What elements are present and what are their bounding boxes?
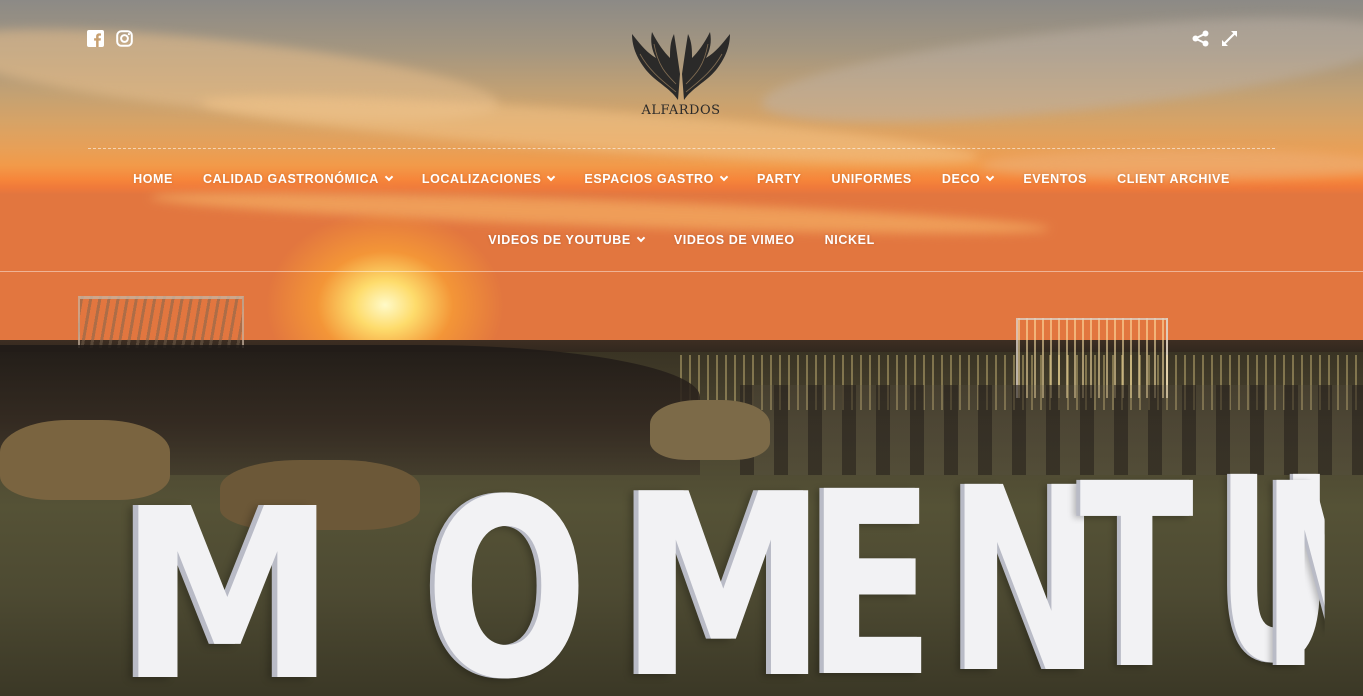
hamburger-menu-icon[interactable] [1250,30,1275,47]
sign-letter: M [1262,450,1325,696]
nav-item-client-archive[interactable]: CLIENT ARCHIVE [1117,172,1230,186]
pergola-structure [78,296,244,348]
sign-letter: M [619,441,828,696]
nav-label: CLIENT ARCHIVE [1117,172,1230,186]
nav-item-espacios-gastro[interactable]: ESPACIOS GASTRO [584,172,729,186]
nav-item-videos-de-vimeo[interactable]: VIDEOS DE VIMEO [674,233,795,247]
sign-letter: E [806,437,935,696]
sign-letter: T [1079,429,1194,696]
nav-item-party[interactable]: PARTY [757,172,801,186]
nav-item-uniformes[interactable]: UNIFORMES [831,172,911,186]
nav-item-eventos[interactable]: EVENTOS [1023,172,1087,186]
nav-item-videos-de-youtube[interactable]: VIDEOS DE YOUTUBE [488,233,646,247]
chevron-down-icon [986,172,995,182]
site-header: ALFARDOS HOME CALIDAD GASTRONÓMICA LOCAL… [0,0,1363,272]
nav-label: UNIFORMES [831,172,912,186]
instagram-icon[interactable] [116,30,133,47]
wings-logo-icon [632,32,730,100]
nav-item-nickel[interactable]: NICKEL [825,233,875,247]
nav-item-home[interactable]: HOME [133,172,173,186]
sign-letter: O [425,448,589,696]
sign-letter: M [118,458,337,696]
main-nav-row-1: HOME CALIDAD GASTRONÓMICA LOCALIZACIONES… [0,172,1363,186]
nav-item-deco[interactable]: DECO [941,172,995,186]
nav-label: DECO [941,172,981,186]
nav-label: VIDEOS DE VIMEO [673,233,795,247]
chevron-down-icon [719,172,729,182]
chevron-down-icon [636,233,646,243]
main-nav-row-2: VIDEOS DE YOUTUBE VIDEOS DE VIMEO NICKEL [0,233,1363,247]
nav-item-localizaciones[interactable]: LOCALIZACIONES [421,172,556,186]
nav-label: CALIDAD GASTRONÓMICA [202,172,379,186]
site-logo[interactable]: ALFARDOS [626,30,736,120]
share-icon[interactable] [1192,30,1209,47]
header-divider [88,148,1275,149]
nav-item-calidad-gastronomica[interactable]: CALIDAD GASTRONÓMICA [202,172,394,186]
nav-label: PARTY [757,172,802,186]
nav-label: LOCALIZACIONES [421,172,542,186]
nav-label: HOME [133,172,173,186]
sign-letter: N [947,433,1101,696]
header-tools [1192,30,1275,47]
social-links [87,30,133,47]
nav-label: NICKEL [824,233,875,247]
nav-label: EVENTOS [1023,172,1088,186]
facebook-icon[interactable] [87,30,104,47]
chevron-down-icon [547,172,556,182]
chevron-down-icon [384,172,394,182]
logo-wordmark: ALFARDOS [641,103,721,118]
nav-label: ESPACIOS GASTRO [584,172,715,186]
fullscreen-icon[interactable] [1221,30,1238,47]
nav-label: VIDEOS DE YOUTUBE [488,233,631,247]
